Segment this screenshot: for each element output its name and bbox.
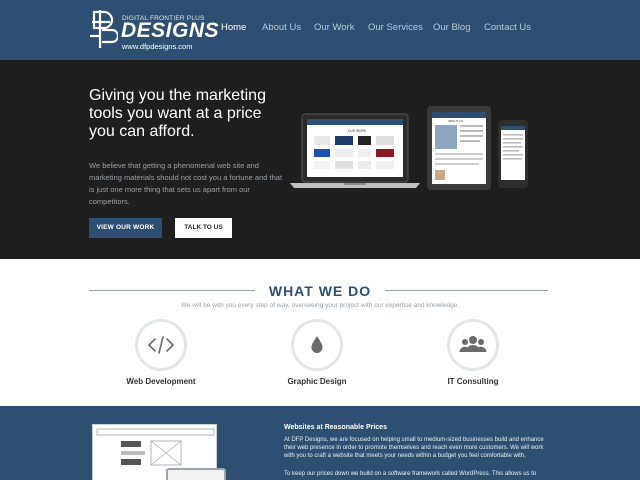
service-label: Graphic Design [287, 377, 347, 386]
nav-home[interactable]: Home [221, 22, 246, 33]
what-we-do-title: WHAT WE DO [268, 283, 372, 299]
reasonable-prices-paragraph-2: To keep our prices down we build on a so… [284, 471, 537, 477]
view-our-work-button[interactable]: VIEW OUR WORK [89, 218, 162, 238]
reasonable-prices-heading: Websites at Reasonable Prices [284, 424, 387, 431]
service-label: Web Development [126, 377, 196, 386]
site-logo[interactable]: DIGITAL FRONTIER PLUS DESIGNS www.dfpdes… [88, 6, 219, 54]
hero-heading: Giving you the marketing tools you want … [89, 87, 266, 140]
hero-section: Giving you the marketing tools you want … [0, 60, 640, 259]
nav-contact-us[interactable]: Contact Us [484, 22, 531, 33]
code-icon [147, 336, 175, 354]
service-icon-circle [291, 319, 343, 371]
tablet-mockup-title: ABOUT US [448, 119, 463, 123]
brand-wordmark: DESIGNS [121, 19, 220, 42]
nav-our-services[interactable]: Our Services [368, 22, 423, 33]
ink-drop-icon [311, 336, 323, 353]
nav-our-blog[interactable]: Our Blog [433, 22, 471, 33]
reasonable-prices-paragraph-1: At DFP Designs, we are focused on helpin… [284, 437, 544, 459]
site-header: DIGITAL FRONTIER PLUS DESIGNS www.dfpdes… [0, 0, 640, 60]
laptop-mockup: OUR WORK [290, 113, 420, 188]
what-we-do-section: WHAT WE DO We will be with you every ste… [0, 259, 640, 406]
service-graphic-design[interactable]: Graphic Design [267, 319, 367, 399]
tablet-mockup: ABOUT US [427, 106, 491, 190]
service-web-development[interactable]: Web Development [111, 319, 211, 399]
phone-mockup [498, 120, 528, 188]
laptop-mockup-header: OUR WORK [348, 129, 367, 133]
nav-our-work[interactable]: Our Work [314, 22, 354, 33]
device-mockups-illustration: OUR WORK ABOUT US [290, 106, 528, 190]
what-we-do-subtitle: We will be with you every step of way, o… [180, 302, 460, 309]
brand-url: www.dfpdesigns.com [122, 42, 193, 51]
service-label: IT Consulting [447, 377, 499, 386]
service-icon-circle [447, 319, 499, 371]
service-it-consulting[interactable]: IT Consulting [423, 319, 523, 399]
users-icon [459, 336, 487, 352]
talk-to-us-button[interactable]: TALK TO US [175, 218, 232, 238]
dfp-logo-mark-icon [90, 10, 118, 48]
reasonable-prices-section: Websites at Reasonable Prices At DFP Des… [0, 406, 640, 480]
service-icon-circle [135, 319, 187, 371]
hero-body: We believe that getting a phenomenal web… [89, 161, 283, 206]
monitor-illustration [166, 468, 226, 480]
nav-about-us[interactable]: About Us [262, 22, 301, 33]
